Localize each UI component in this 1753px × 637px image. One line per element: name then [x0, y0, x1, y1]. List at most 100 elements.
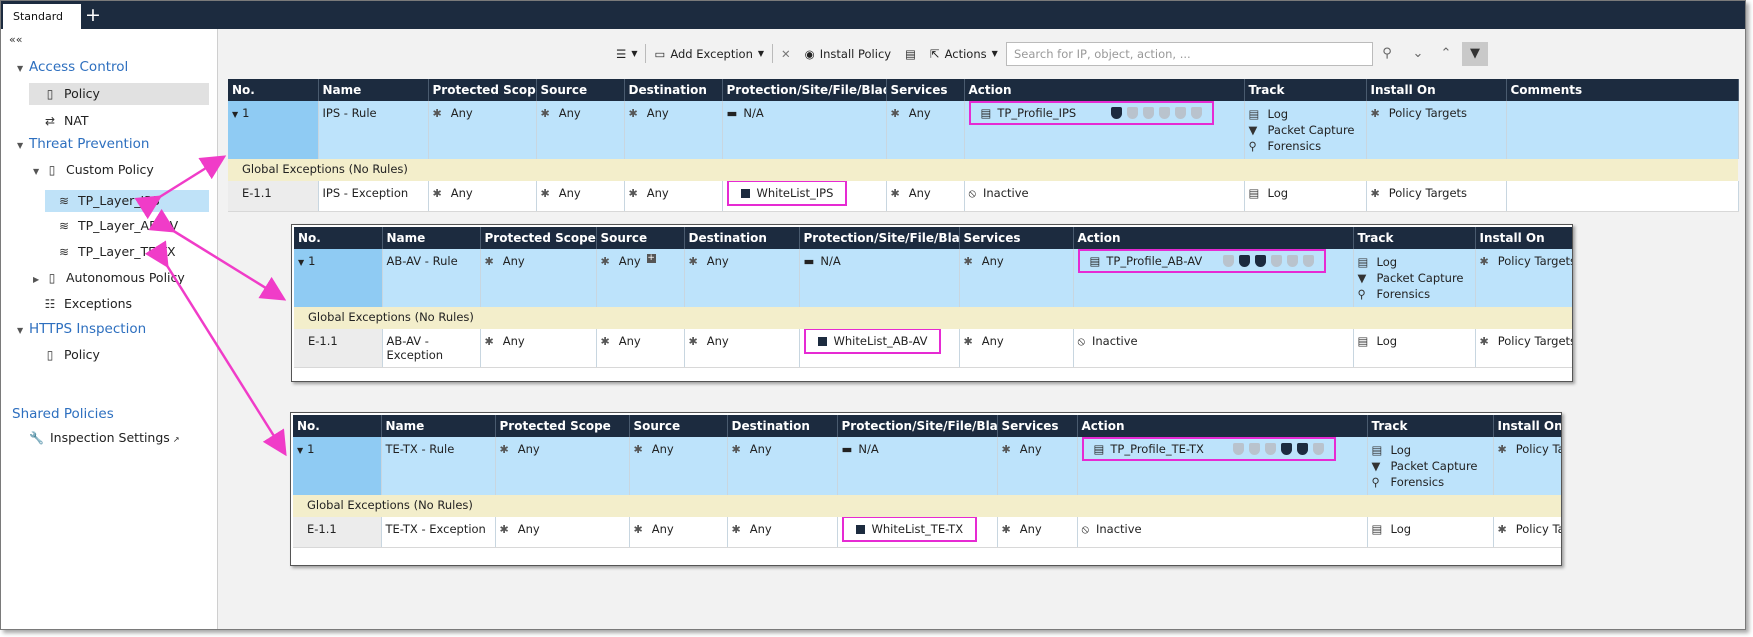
sidebar-layer-ips[interactable]: ≋ TP_Layer_IPS — [45, 190, 209, 212]
search-icon[interactable]: ⚲ — [1374, 42, 1400, 66]
destination-cell[interactable]: ✱ Any — [684, 249, 800, 307]
source-cell[interactable]: ✱ Any — [536, 181, 625, 212]
filter-icon[interactable]: ▼ — [1462, 42, 1488, 66]
protection-cell[interactable]: WhiteList_IPS — [722, 181, 887, 212]
table-row[interactable]: ▼ 1 AB-AV - Rule ✱ Any ✱ Any + ✱ Any ▬ N/A ✱ An… — [294, 249, 1572, 307]
track-cell[interactable]: ▤ Log — [1367, 517, 1494, 548]
services-cell[interactable]: ✱ Any — [886, 181, 965, 212]
table-row[interactable]: ▼ 1 TE-TX - Rule ✱ Any ✱ Any ✱ Any ▬ N/A ✱ Any… — [293, 437, 1561, 495]
col-scope[interactable]: Protected Scope — [480, 227, 597, 249]
exception-name[interactable]: TE-TX - Exception — [381, 517, 496, 548]
track-cell[interactable]: ▤ Log ▼ Packet Capture ⚲ Forensics — [1244, 101, 1367, 159]
col-protection[interactable]: Protection/Site/File/Blade — [799, 227, 960, 249]
action-cell[interactable]: ⦸ Inactive — [1077, 517, 1368, 548]
protection-cell[interactable]: ▬ N/A — [799, 249, 960, 307]
protection-cell[interactable]: ▬ N/A — [837, 437, 998, 495]
chevron-up-icon[interactable]: ⌃ — [1433, 42, 1459, 66]
col-name[interactable]: Name — [318, 79, 429, 101]
col-no[interactable]: No. — [294, 227, 383, 249]
add-tab-button[interactable]: + — [85, 3, 101, 27]
add-rule-menu[interactable]: ☰ ▼ — [610, 41, 643, 66]
table-row[interactable]: ▼ 1 IPS - Rule ✱ Any ✱ Any ✱ Any ▬ N/A ✱ Any ▤… — [228, 101, 1739, 159]
col-services[interactable]: Services — [886, 79, 965, 101]
services-cell[interactable]: ✱ Any — [886, 101, 965, 159]
track-cell[interactable]: ▤ Log — [1244, 181, 1367, 212]
action-cell[interactable]: ▤ TP_Profile_IPS — [964, 101, 1245, 159]
exception-row[interactable]: E-1.1 AB-AV - Exception ✱ Any ✱ Any ✱ Any W… — [294, 329, 1572, 368]
col-name[interactable]: Name — [381, 415, 496, 437]
sidebar-access-control[interactable]: ▼ Access Control — [17, 59, 128, 75]
scope-cell[interactable]: ✱ Any — [480, 249, 597, 307]
comments-cell[interactable] — [1506, 101, 1739, 159]
expand-icon[interactable]: ▼ — [297, 446, 303, 455]
actions-menu[interactable]: ⇱ Actions ▼ — [924, 41, 1004, 66]
col-install[interactable]: Install On — [1366, 79, 1507, 101]
install-on-cell[interactable]: ✱Policy Targets — [1475, 329, 1572, 368]
action-cell[interactable]: ⦸ Inactive — [964, 181, 1245, 212]
scope-cell[interactable]: ✱ Any — [480, 329, 597, 368]
tab-standard[interactable]: Standard — [3, 4, 81, 29]
col-destination[interactable]: Destination — [624, 79, 723, 101]
sidebar-https-policy[interactable]: ▯ Policy — [43, 347, 100, 362]
sidebar-item-policy[interactable]: ▯ Policy — [29, 83, 209, 105]
protection-cell[interactable]: ▬ N/A — [722, 101, 887, 159]
verify-button[interactable]: ▤ — [899, 41, 922, 66]
add-exception-button[interactable]: ▭ Add Exception ▼ — [648, 41, 770, 66]
col-track[interactable]: Track — [1244, 79, 1367, 101]
install-on-cell[interactable]: ✱Policy Targets — [1493, 437, 1561, 495]
action-cell[interactable]: ▤ TP_Profile_TE-TX — [1077, 437, 1368, 495]
exception-name[interactable]: IPS - Exception — [318, 181, 429, 212]
search-input[interactable]: Search for IP, object, action, ... — [1006, 42, 1373, 66]
exception-row[interactable]: E-1.1 TE-TX - Exception ✱ Any ✱ Any ✱ Any W… — [293, 517, 1561, 548]
source-cell[interactable]: ✱ Any — [536, 101, 625, 159]
delete-button[interactable]: ✕ — [775, 41, 797, 66]
col-no[interactable]: No. — [228, 79, 319, 101]
sidebar-layer-abav[interactable]: ≋ TP_Layer_AB-AV — [57, 218, 178, 233]
col-source[interactable]: Source — [536, 79, 625, 101]
add-icon[interactable]: + — [646, 254, 656, 263]
expand-icon[interactable]: ▼ — [298, 258, 304, 267]
destination-cell[interactable]: ✱ Any — [624, 101, 723, 159]
destination-cell[interactable]: ✱ Any — [684, 329, 800, 368]
col-services[interactable]: Services — [959, 227, 1074, 249]
col-comments[interactable]: Comments — [1506, 79, 1739, 101]
action-cell[interactable]: ▤ TP_Profile_AB-AV — [1073, 249, 1354, 307]
col-action[interactable]: Action — [1077, 415, 1368, 437]
col-track[interactable]: Track — [1353, 227, 1476, 249]
sidebar-shared-policies[interactable]: Shared Policies — [12, 406, 114, 422]
col-action[interactable]: Action — [964, 79, 1245, 101]
scope-cell[interactable]: ✱ Any — [495, 517, 630, 548]
col-name[interactable]: Name — [382, 227, 481, 249]
services-cell[interactable]: ✱ Any — [959, 329, 1074, 368]
col-track[interactable]: Track — [1367, 415, 1494, 437]
protection-cell[interactable]: WhiteList_TE-TX — [837, 517, 998, 548]
col-install[interactable]: Install On — [1493, 415, 1561, 437]
sidebar-layer-tetx[interactable]: ≋ TP_Layer_TE-TX — [57, 244, 176, 259]
services-cell[interactable]: ✱ Any — [997, 437, 1078, 495]
install-on-cell[interactable]: ✱Policy Targets — [1475, 249, 1572, 307]
col-source[interactable]: Source — [629, 415, 728, 437]
scope-cell[interactable]: ✱ Any — [495, 437, 630, 495]
col-no[interactable]: No. — [293, 415, 382, 437]
rule-name[interactable]: IPS - Rule — [318, 101, 429, 159]
sidebar-item-nat[interactable]: ⇄ NAT — [43, 113, 89, 128]
track-cell[interactable]: ▤ Log — [1353, 329, 1476, 368]
destination-cell[interactable]: ✱ Any — [727, 517, 838, 548]
col-install[interactable]: Install On — [1475, 227, 1572, 249]
track-cell[interactable]: ▤ Log ▼ Packet Capture ⚲ Forensics — [1367, 437, 1494, 495]
sidebar-autonomous-policy[interactable]: ▶ ▯ Autonomous Policy — [33, 270, 185, 285]
col-destination[interactable]: Destination — [727, 415, 838, 437]
track-cell[interactable]: ▤ Log ▼ Packet Capture ⚲ Forensics — [1353, 249, 1476, 307]
protection-cell[interactable]: WhiteList_AB-AV — [799, 329, 960, 368]
rule-name[interactable]: AB-AV - Rule — [382, 249, 481, 307]
source-cell[interactable]: ✱ Any + — [596, 249, 685, 307]
sidebar-custom-policy[interactable]: ▼ ▯ Custom Policy — [33, 162, 154, 177]
col-action[interactable]: Action — [1073, 227, 1354, 249]
comments-cell[interactable] — [1506, 181, 1739, 212]
services-cell[interactable]: ✱ Any — [959, 249, 1074, 307]
exception-name[interactable]: AB-AV - Exception — [382, 329, 481, 368]
col-services[interactable]: Services — [997, 415, 1078, 437]
install-on-cell[interactable]: ✱Policy Targets — [1366, 101, 1507, 159]
col-scope[interactable]: Protected Scope — [495, 415, 630, 437]
col-protection[interactable]: Protection/Site/File/Blade — [722, 79, 887, 101]
